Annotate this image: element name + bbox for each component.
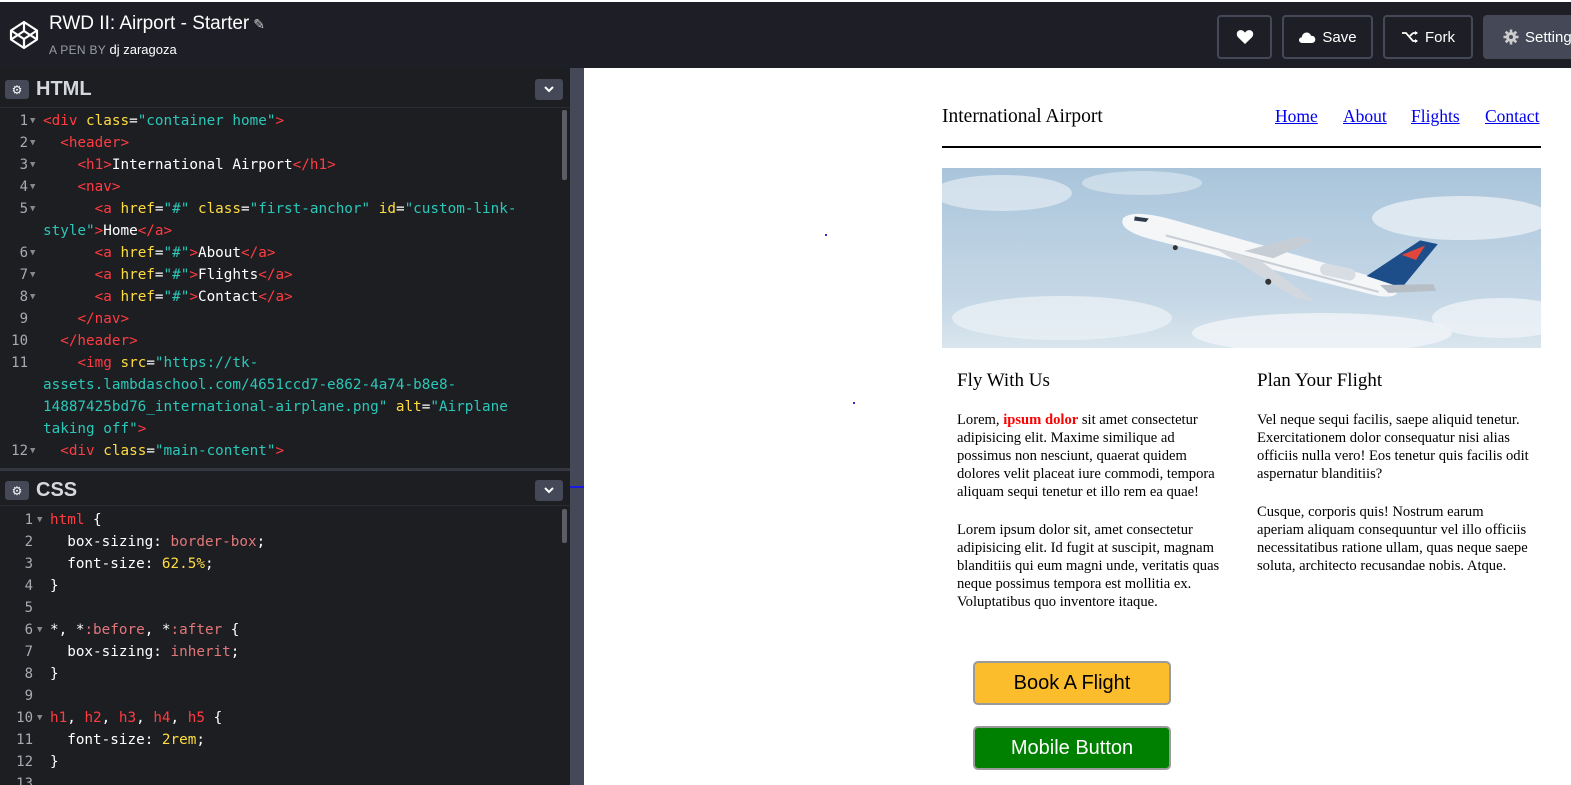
code-line: 1 ▼ <div class="container home">	[19, 113, 285, 129]
book-a-flight-button[interactable]: Book A Flight	[973, 661, 1171, 705]
nav-link-about[interactable]: About	[1343, 106, 1387, 127]
code-line: 6 ▼ *, *:before, *:after {	[24, 622, 240, 638]
code-line: 11 font-size: 2rem;	[16, 732, 205, 748]
code-line: 4 ▼ <nav>	[19, 179, 121, 195]
html-editor-header: ⚙ HTML	[0, 70, 570, 108]
mobile-button[interactable]: Mobile Button	[973, 726, 1171, 770]
html-settings-gear-icon[interactable]: ⚙	[5, 80, 29, 99]
stray-pixel	[853, 402, 855, 404]
fork-icon	[1402, 31, 1418, 43]
code-line: 3 ▼ <h1>International Airport</h1>	[19, 157, 336, 173]
result-preview: International Airport Home About Flights…	[584, 68, 1571, 785]
plan-your-flight-paragraph-1: Vel neque sequi facilis, saepe aliquid t…	[1257, 412, 1529, 482]
code-line: 11 <img src="https://tk-	[11, 355, 259, 371]
code-line: 8}	[24, 666, 59, 682]
love-button[interactable]	[1217, 15, 1272, 59]
css-editor-header: ⚙ CSS	[0, 468, 570, 506]
fly-with-us-paragraph-2: Lorem ipsum dolor sit, amet consectetur …	[957, 522, 1220, 610]
fork-button[interactable]: Fork	[1383, 15, 1473, 59]
codepen-logo-icon[interactable]	[8, 19, 40, 51]
code-line: 12}	[16, 754, 59, 770]
hero-image	[942, 168, 1541, 348]
code-line: 1 ▼ html {	[24, 512, 102, 528]
html-code-area[interactable]: 1 ▼ <div class="container home"> 2 ▼ <heade…	[0, 110, 570, 465]
code-line: 9	[24, 688, 33, 704]
css-collapse-button[interactable]	[535, 480, 563, 501]
plan-your-flight-paragraph-2: Cusque, corporis quis! Nostrum earum ape…	[1257, 504, 1528, 574]
top-bar: RWD II: Airport - Starter ✎ A PEN BY dj z…	[0, 0, 1571, 68]
css-code-area[interactable]: 1 ▼ html { 2 box-sizing: border-box; 3 fon…	[0, 509, 570, 785]
code-line: 5 ▼ <a href="#" class="first-anchor" id="…	[19, 201, 517, 217]
nav-link-contact[interactable]: Contact	[1485, 106, 1539, 127]
plan-your-flight-heading: Plan Your Flight	[1257, 370, 1383, 391]
author-link[interactable]: dj zaragoza	[110, 42, 177, 57]
nav-link-home[interactable]: Home	[1275, 106, 1318, 127]
stray-pixel	[825, 234, 827, 236]
gear-icon	[1503, 29, 1519, 45]
pen-byline: A PEN BY dj zaragoza	[49, 42, 177, 57]
airplane-illustration	[942, 171, 1541, 348]
settings-button[interactable]: Settings	[1483, 15, 1571, 59]
header-divider	[942, 146, 1541, 148]
code-line: 9 </nav>	[19, 311, 130, 327]
css-editor-title: CSS	[36, 479, 78, 501]
site-title: International Airport	[942, 106, 1103, 127]
pen-title[interactable]: RWD II: Airport - Starter ✎	[49, 13, 265, 35]
css-settings-gear-icon[interactable]: ⚙	[5, 481, 29, 500]
code-line: 7 ▼ <a href="#">Flights</a>	[19, 267, 293, 283]
chevron-down-icon	[544, 487, 554, 494]
editor-resize-handle[interactable]	[570, 68, 584, 785]
nav-link-flights[interactable]: Flights	[1411, 106, 1460, 127]
code-line: 2 box-sizing: border-box;	[24, 534, 266, 550]
code-line: style">Home</a>	[43, 223, 173, 239]
html-scrollbar[interactable]	[562, 110, 567, 180]
cloud-icon	[1299, 32, 1316, 43]
code-line: 13	[16, 776, 33, 785]
html-collapse-button[interactable]	[535, 79, 563, 100]
html-editor-title: HTML	[36, 78, 92, 100]
save-button[interactable]: Save	[1282, 15, 1373, 59]
css-scrollbar[interactable]	[562, 509, 567, 543]
chevron-down-icon	[544, 86, 554, 93]
code-line: 10 ▼ h1, h2, h3, h4, h5 {	[16, 710, 223, 726]
code-line: 6 ▼ <a href="#">About</a>	[19, 245, 276, 261]
code-line: 10 </header>	[11, 333, 138, 349]
code-line: 8 ▼ <a href="#">Contact</a>	[19, 289, 293, 305]
heart-icon	[1236, 30, 1253, 44]
code-line: assets.lambdaschool.com/4651ccd7-e862-4a…	[43, 377, 457, 393]
fly-with-us-heading: Fly With Us	[957, 370, 1050, 391]
fly-with-us-paragraph-1: Lorem, ipsum dolor sit amet consectetur …	[957, 412, 1215, 500]
code-line: 12 ▼ <div class="main-content">	[11, 443, 285, 459]
code-line: 3 font-size: 62.5%;	[24, 556, 214, 572]
code-line: 5	[24, 600, 33, 616]
editor-panel: ⚙ HTML 1 ▼ <div class="container home"> 2 ▼…	[0, 68, 570, 785]
code-line: 7 box-sizing: inherit;	[24, 644, 240, 660]
edit-pencil-icon[interactable]: ✎	[253, 16, 265, 32]
code-line: 14887425bd76_international-airplane.png"…	[43, 399, 508, 415]
code-line: taking off">	[43, 421, 147, 437]
code-line: 4}	[24, 578, 59, 594]
code-line: 2 ▼ <header>	[19, 135, 130, 151]
